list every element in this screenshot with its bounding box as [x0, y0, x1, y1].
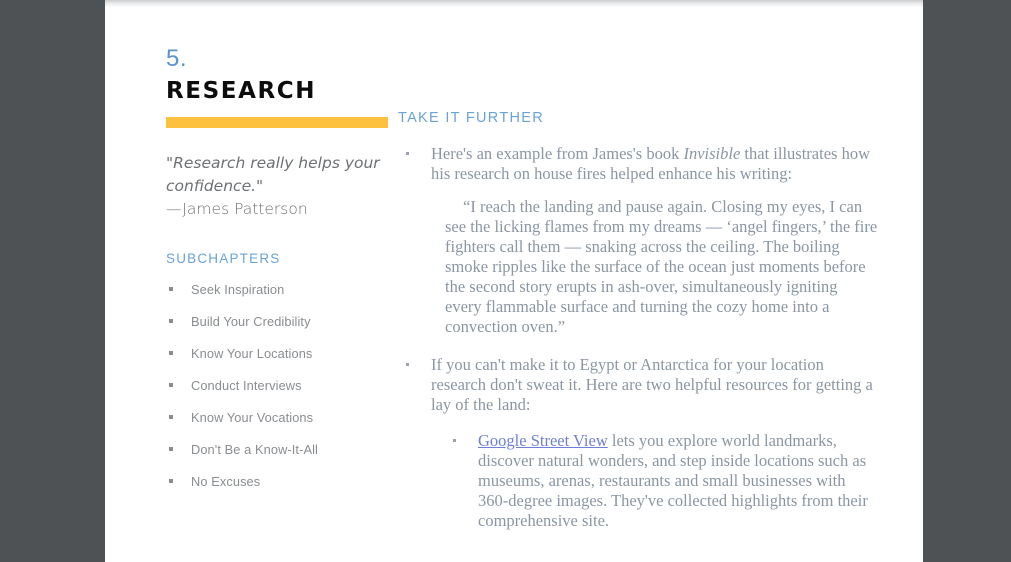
sidebar-item-know-your-locations[interactable]: Know Your Locations — [166, 346, 416, 361]
sidebar-item-label: No Excuses — [191, 474, 261, 489]
pull-quote: "Research really helps your confidence."… — [166, 152, 396, 221]
blockquote-text: “I reach the landing and pause again. Cl… — [445, 197, 878, 336]
section-heading-take-it-further: TAKE IT FURTHER — [398, 110, 544, 126]
bullet-icon — [169, 351, 173, 355]
document-page: 5. RESEARCH "Research really helps your … — [105, 0, 923, 562]
sidebar-item-no-excuses[interactable]: No Excuses — [166, 474, 416, 489]
sidebar-item-label: Seek Inspiration — [191, 282, 285, 297]
bullet-icon — [406, 152, 409, 155]
sidebar-item-build-your-credibility[interactable]: Build Your Credibility — [166, 314, 416, 329]
subchapter-list: Seek Inspiration Build Your Credibility … — [166, 282, 416, 489]
bullet-icon — [169, 287, 173, 291]
sidebar-item-seek-inspiration[interactable]: Seek Inspiration — [166, 282, 416, 297]
quote-attribution: —James Patterson — [166, 200, 308, 218]
page-content: 5. RESEARCH "Research really helps your … — [105, 0, 923, 562]
quote-text: "Research really helps your confidence." — [166, 154, 380, 195]
main-column: TAKE IT FURTHER Here's an example from J… — [398, 110, 878, 531]
bullet-icon — [406, 363, 409, 366]
bullet-icon — [169, 415, 173, 419]
paragraph-google-street-view: Google Street View lets you explore worl… — [478, 431, 878, 531]
paragraph-text-before-italic: Here's an example from James's book — [431, 144, 684, 163]
list-item: Here's an example from James's book Invi… — [398, 144, 878, 184]
page-title: RESEARCH — [166, 78, 317, 104]
sidebar-item-label: Don't Be a Know-It-All — [191, 442, 318, 457]
link-google-street-view[interactable]: Google Street View — [478, 431, 608, 450]
bullet-icon — [169, 447, 173, 451]
bullet-icon — [169, 479, 173, 483]
sidebar-item-dont-be-a-know-it-all[interactable]: Don't Be a Know-It-All — [166, 442, 416, 457]
paragraph-example-intro: Here's an example from James's book Invi… — [431, 144, 878, 184]
accent-bar — [166, 117, 388, 128]
sidebar-item-label: Conduct Interviews — [191, 378, 302, 393]
bullet-icon — [169, 383, 173, 387]
sidebar-item-label: Know Your Vocations — [191, 410, 314, 425]
bullet-icon — [453, 439, 456, 442]
book-title-italic: Invisible — [683, 144, 741, 163]
screenshot-viewport: 5. RESEARCH "Research really helps your … — [0, 0, 1011, 562]
sidebar-item-label: Build Your Credibility — [191, 314, 311, 329]
blockquote: “I reach the landing and pause again. Cl… — [398, 197, 878, 337]
sidebar-item-label: Know Your Locations — [191, 346, 313, 361]
list-item: If you can't make it to Egypt or Antarct… — [398, 355, 878, 415]
subchapters-heading: SUBCHAPTERS — [166, 251, 281, 266]
sidebar-item-conduct-interviews[interactable]: Conduct Interviews — [166, 378, 416, 393]
bullet-icon — [169, 319, 173, 323]
chapter-number: 5. — [166, 45, 188, 72]
list-item: Google Street View lets you explore worl… — [398, 431, 878, 531]
sidebar-column: 5. RESEARCH "Research really helps your … — [166, 46, 416, 506]
paragraph-location-research: If you can't make it to Egypt or Antarct… — [431, 355, 873, 414]
sidebar-item-know-your-vocations[interactable]: Know Your Vocations — [166, 410, 416, 425]
